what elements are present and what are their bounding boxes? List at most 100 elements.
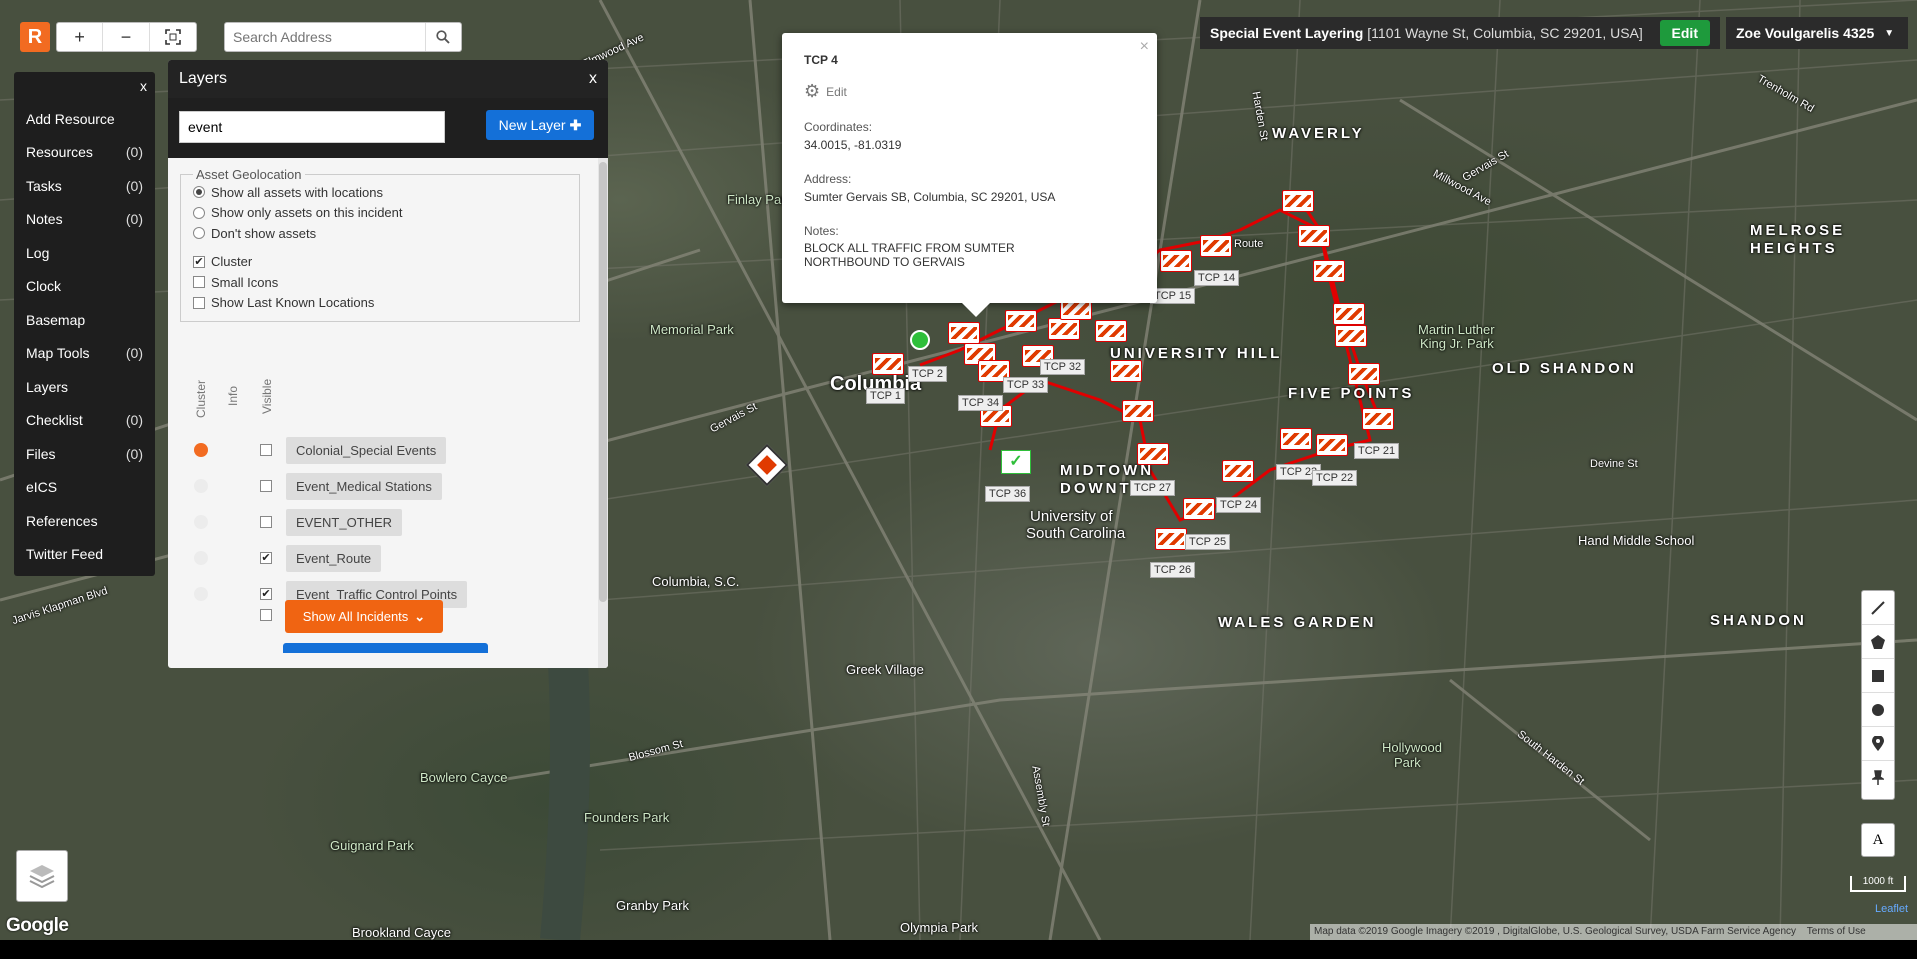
app-logo[interactable]: R bbox=[20, 22, 50, 52]
tcp-marker[interactable] bbox=[1280, 428, 1312, 450]
radio-button[interactable] bbox=[193, 227, 205, 240]
cluster-toggle[interactable] bbox=[194, 551, 208, 565]
draw-circle-button[interactable] bbox=[1862, 693, 1894, 727]
geolocation-check[interactable]: Small Icons bbox=[193, 272, 567, 293]
geolocation-check[interactable]: Show Last Known Locations bbox=[193, 293, 567, 314]
zoom-in-button[interactable]: + bbox=[57, 23, 104, 51]
menu-item-checklist[interactable]: Checklist (0) bbox=[14, 404, 155, 438]
tcp-marker[interactable] bbox=[1048, 318, 1080, 340]
cluster-toggle[interactable] bbox=[194, 587, 208, 601]
menu-item-clock[interactable]: Clock bbox=[14, 270, 155, 304]
tcp-marker[interactable] bbox=[1110, 360, 1142, 382]
menu-item-map-tools[interactable]: Map Tools (0) bbox=[14, 337, 155, 371]
cluster-toggle[interactable] bbox=[194, 479, 208, 493]
checkbox[interactable] bbox=[193, 296, 205, 309]
geolocation-check[interactable]: ✔ Cluster bbox=[193, 252, 567, 273]
tcp-marker[interactable] bbox=[1362, 408, 1394, 430]
tcp-marker[interactable] bbox=[948, 322, 980, 344]
more-button[interactable] bbox=[283, 643, 488, 653]
menu-item-resources[interactable]: Resources (0) bbox=[14, 136, 155, 170]
show-all-checkbox[interactable] bbox=[260, 609, 272, 621]
tcp-marker[interactable] bbox=[1348, 363, 1380, 385]
layer-name[interactable]: Event_Route bbox=[286, 545, 382, 572]
layer-filter-input[interactable] bbox=[179, 111, 445, 143]
draw-pin-button[interactable] bbox=[1862, 761, 1894, 795]
geolocation-option[interactable]: Don't show assets bbox=[193, 223, 567, 244]
menu-item-label: Clock bbox=[26, 278, 62, 295]
event-name: Special Event Layering bbox=[1210, 25, 1364, 41]
cluster-toggle[interactable] bbox=[194, 515, 208, 529]
search-input[interactable] bbox=[225, 24, 425, 50]
close-layers-button[interactable]: x bbox=[589, 70, 597, 88]
draw-polygon-button[interactable] bbox=[1862, 625, 1894, 659]
basemap-toggle-button[interactable] bbox=[16, 850, 68, 902]
radio-button[interactable] bbox=[193, 206, 205, 219]
geolocation-option-label: Show all assets with locations bbox=[211, 184, 383, 200]
draw-line-button[interactable] bbox=[1862, 591, 1894, 625]
fullscreen-button[interactable] bbox=[150, 23, 196, 51]
menu-item-eics[interactable]: eICS bbox=[14, 471, 155, 505]
tcp-marker[interactable] bbox=[1122, 400, 1154, 422]
tcp-marker[interactable] bbox=[1183, 498, 1215, 520]
menu-item-label: Add Resource bbox=[26, 110, 115, 127]
tcp-marker[interactable] bbox=[1137, 443, 1169, 465]
tcp-marker[interactable] bbox=[1282, 190, 1314, 212]
search-button[interactable] bbox=[425, 23, 459, 51]
scrollbar-thumb[interactable] bbox=[599, 162, 607, 602]
tcp-marker[interactable] bbox=[1298, 225, 1330, 247]
text-tool-button[interactable]: A bbox=[1861, 823, 1895, 857]
close-menu-button[interactable]: x bbox=[140, 78, 147, 94]
tcp-marker[interactable] bbox=[1155, 528, 1187, 550]
menu-item-twitter-feed[interactable]: Twitter Feed bbox=[14, 538, 155, 572]
radio-button[interactable] bbox=[193, 186, 205, 199]
visible-checkbox[interactable]: ✔ bbox=[260, 552, 272, 564]
new-layer-button[interactable]: New Layer ✚ bbox=[486, 110, 594, 140]
tcp-marker[interactable] bbox=[1333, 303, 1365, 325]
map-label-shandon: SHANDON bbox=[1710, 612, 1807, 629]
show-all-incidents-button[interactable]: Show All Incidents ⌄ bbox=[285, 600, 443, 633]
menu-item-notes[interactable]: Notes (0) bbox=[14, 203, 155, 237]
checkbox[interactable]: ✔ bbox=[193, 255, 205, 268]
tcp-marker[interactable] bbox=[1313, 260, 1345, 282]
layers-scrollbar[interactable] bbox=[598, 158, 608, 668]
draw-rectangle-button[interactable] bbox=[1862, 659, 1894, 693]
menu-item-tasks[interactable]: Tasks (0) bbox=[14, 169, 155, 203]
map-pin-icon[interactable] bbox=[910, 330, 930, 350]
zoom-out-button[interactable]: − bbox=[103, 23, 150, 51]
tcp-marker[interactable] bbox=[1222, 460, 1254, 482]
visible-checkbox[interactable] bbox=[260, 444, 272, 456]
menu-item-references[interactable]: References bbox=[14, 504, 155, 538]
menu-item-add-resource[interactable]: Add Resource bbox=[14, 102, 155, 136]
tcp-marker[interactable] bbox=[872, 353, 904, 375]
draw-marker-button[interactable] bbox=[1862, 727, 1894, 761]
leaflet-link[interactable]: Leaflet bbox=[1875, 903, 1908, 915]
geolocation-option[interactable]: Show all assets with locations bbox=[193, 182, 567, 203]
cluster-toggle[interactable] bbox=[194, 443, 208, 457]
geolocation-option[interactable]: Show only assets on this incident bbox=[193, 203, 567, 224]
close-popup-button[interactable]: × bbox=[1140, 38, 1149, 56]
visible-checkbox[interactable] bbox=[260, 480, 272, 492]
layer-name[interactable]: Event_Medical Stations bbox=[286, 473, 442, 500]
menu-item-basemap[interactable]: Basemap bbox=[14, 303, 155, 337]
tcp-marker[interactable] bbox=[1200, 235, 1232, 257]
tcp-marker[interactable] bbox=[1316, 434, 1348, 456]
checkmark-marker-icon[interactable]: ✓ bbox=[1001, 450, 1031, 474]
tcp-label: TCP 34 bbox=[958, 395, 1004, 411]
user-menu[interactable]: Zoe Voulgarelis 4325 ▼ bbox=[1726, 17, 1908, 49]
visible-checkbox[interactable]: ✔ bbox=[260, 588, 272, 600]
tcp-marker[interactable] bbox=[1095, 320, 1127, 342]
menu-item-files[interactable]: Files (0) bbox=[14, 437, 155, 471]
layer-name[interactable]: EVENT_OTHER bbox=[286, 509, 403, 536]
layer-name[interactable]: Colonial_Special Events bbox=[286, 437, 447, 464]
popup-edit-button[interactable]: ⚙ Edit bbox=[804, 81, 1135, 102]
tcp-marker[interactable] bbox=[1335, 325, 1367, 347]
tcp-marker[interactable] bbox=[1160, 250, 1192, 272]
checkbox[interactable] bbox=[193, 276, 205, 289]
menu-item-label: Map Tools bbox=[26, 345, 90, 362]
terms-link[interactable]: Terms of Use bbox=[1807, 926, 1866, 937]
menu-item-log[interactable]: Log bbox=[14, 236, 155, 270]
tcp-marker[interactable] bbox=[1005, 310, 1037, 332]
menu-item-layers[interactable]: Layers bbox=[14, 370, 155, 404]
edit-event-button[interactable]: Edit bbox=[1659, 20, 1710, 46]
visible-checkbox[interactable] bbox=[260, 516, 272, 528]
